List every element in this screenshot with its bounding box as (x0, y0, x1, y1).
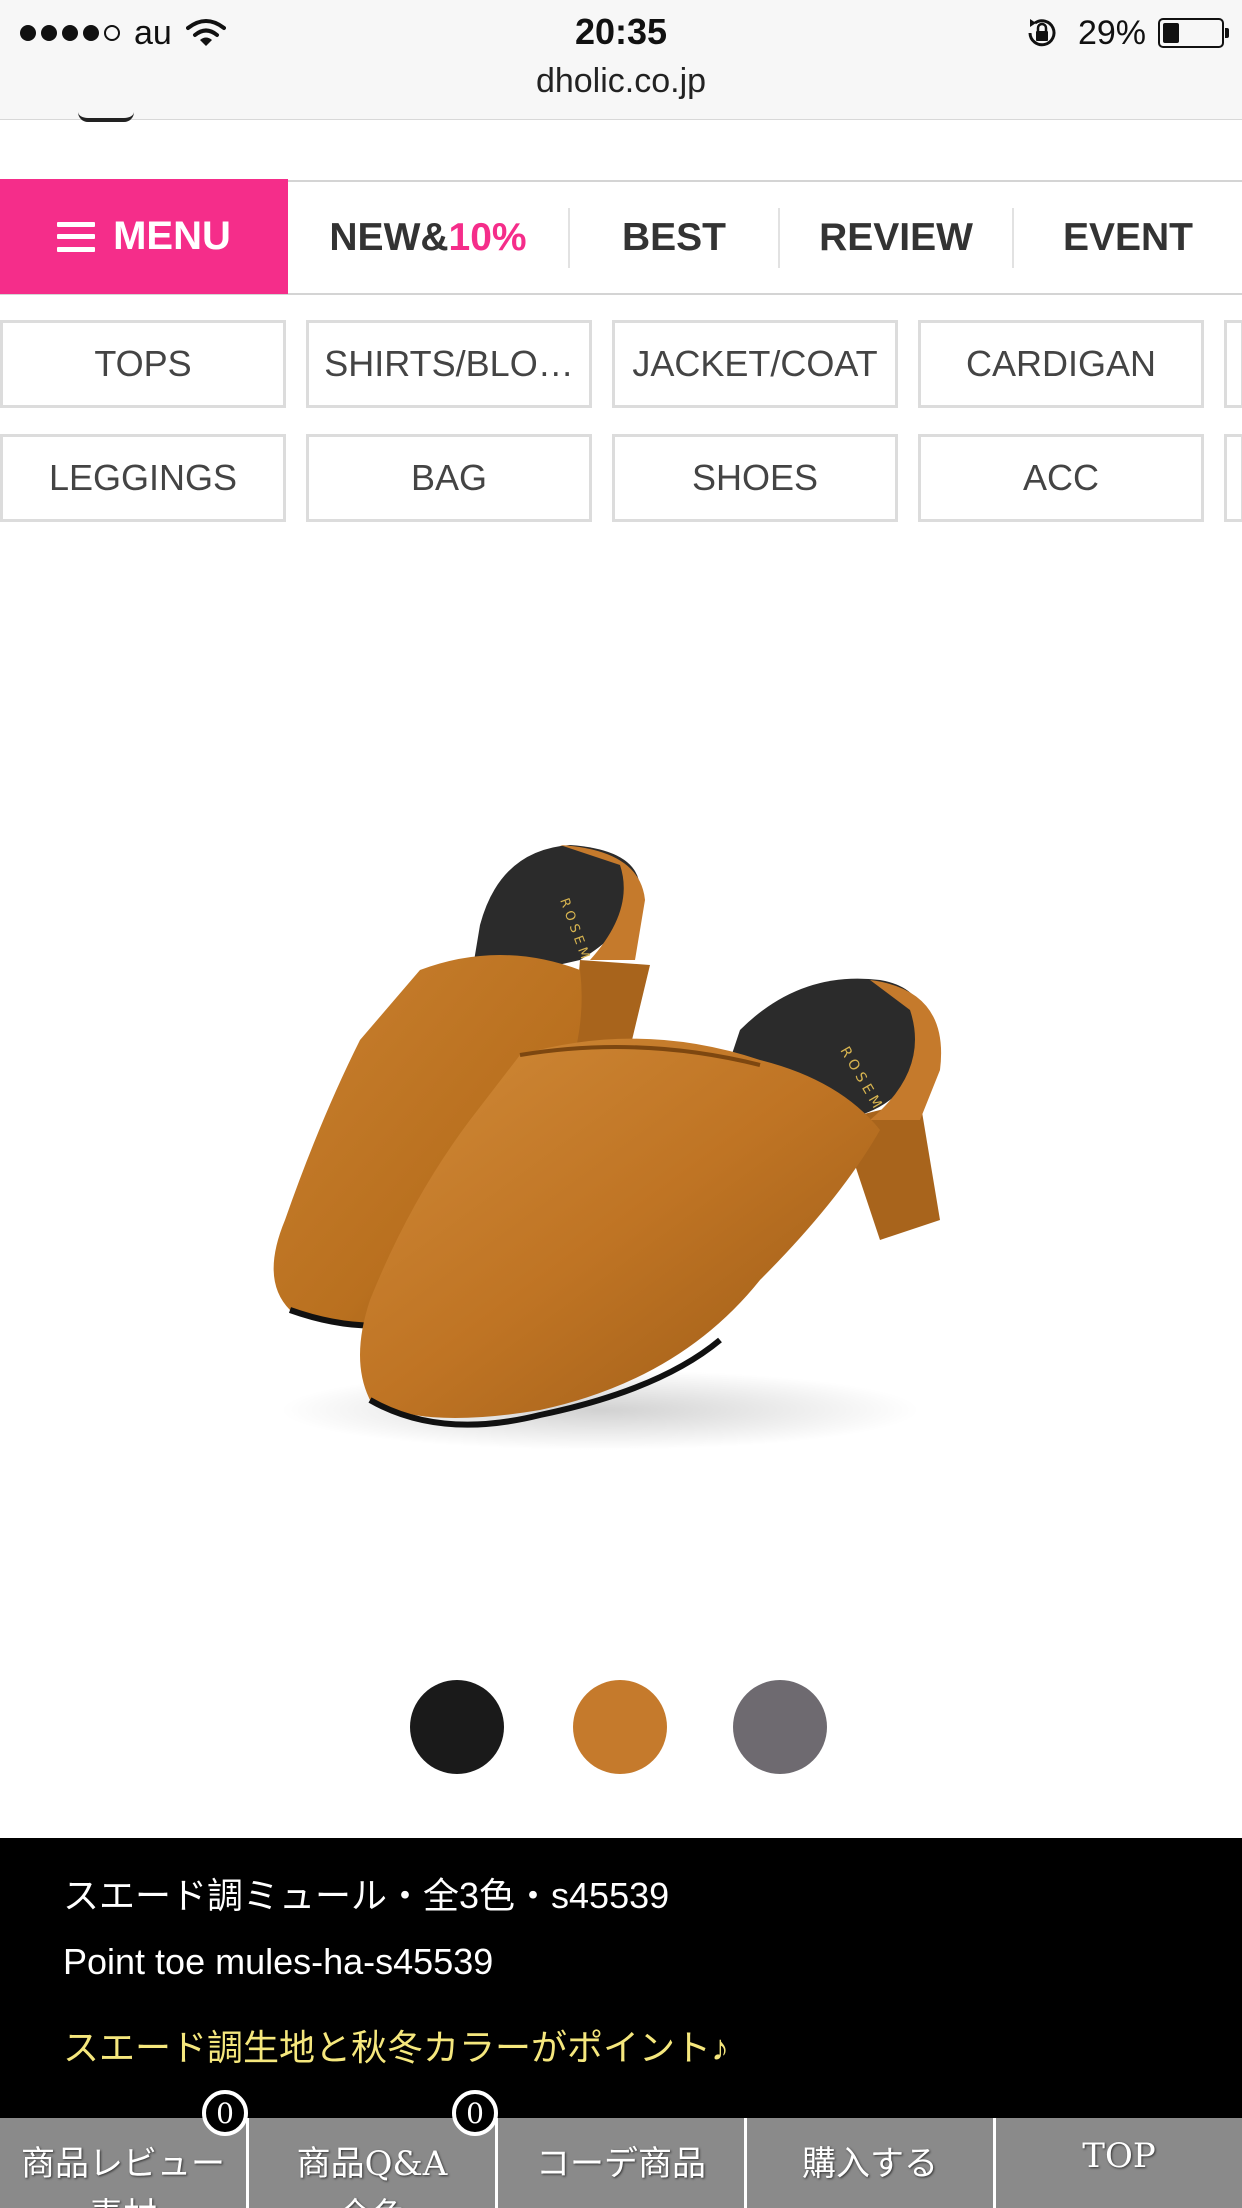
site-logo-partial[interactable] (78, 112, 134, 122)
hamburger-icon (57, 221, 96, 252)
url-bar[interactable]: dholic.co.jp (0, 58, 1242, 104)
swatch-gray[interactable] (733, 1680, 827, 1774)
product-subtitle: Point toe mules-ha-s45539 (63, 1941, 494, 1982)
nav-new-highlight: 10% (448, 215, 527, 259)
swatch-black[interactable] (410, 1680, 504, 1774)
bottom-action-bar: 商品レビュー 素材 商品Q&A 全色 コーデ商品 購入する TOP (0, 2118, 1242, 2208)
buy-button[interactable]: 購入する (747, 2118, 996, 2208)
category-next-partial[interactable] (1224, 320, 1242, 408)
main-nav: MENU NEW& 10% BEST REVIEW EVENT (0, 179, 1242, 295)
product-photo[interactable]: R O S E M R O S E M (240, 820, 1000, 1460)
battery-level (1163, 23, 1179, 43)
nav-review[interactable]: REVIEW (780, 207, 1014, 268)
qa-tab-sub: 全色 (249, 2188, 495, 2208)
category-shirts-blouses[interactable]: SHIRTS/BLO… (306, 320, 592, 408)
category-shoes[interactable]: SHOES (612, 434, 898, 522)
qa-tab-label: 商品Q&A (296, 2144, 448, 2184)
rotation-lock-icon (1028, 19, 1056, 47)
category-bag[interactable]: BAG (306, 434, 592, 522)
menu-button[interactable]: MENU (0, 179, 288, 294)
status-bar-right: 29% (1024, 8, 1229, 58)
coordinate-items-tab[interactable]: コーデ商品 (498, 2118, 747, 2208)
category-tops[interactable]: TOPS (0, 320, 286, 408)
product-title: スエード調ミュール・全3色・s45539 (63, 1875, 670, 1916)
page: au 20:35 29% dholic.co.jp MENU NEW& 10% … (0, 0, 1242, 2208)
top-button[interactable]: TOP (996, 2118, 1242, 2208)
nav-event[interactable]: EVENT (1014, 208, 1242, 268)
review-tab-sub: 素材 (0, 2188, 246, 2208)
menu-label: MENU (113, 214, 231, 258)
category-jacket-coat[interactable]: JACKET/COAT (612, 320, 898, 408)
battery-icon (1158, 18, 1229, 48)
nav-new-10[interactable]: NEW& 10% (288, 207, 570, 268)
review-count-badge: 0 (202, 2090, 248, 2136)
category-next-partial-2[interactable] (1224, 434, 1242, 522)
battery-percent: 29% (1077, 13, 1146, 52)
swatch-camel[interactable] (573, 1680, 667, 1774)
category-acc[interactable]: ACC (918, 434, 1204, 522)
qa-count-badge: 0 (452, 2090, 498, 2136)
nav-best[interactable]: BEST (570, 207, 780, 268)
review-tab-label: 商品レビュー (21, 2144, 225, 2184)
status-bar: au 20:35 29% dholic.co.jp (0, 0, 1242, 120)
product-catchphrase: スエード調生地と秋冬カラーがポイント♪ (63, 2027, 730, 2068)
category-cardigan[interactable]: CARDIGAN (918, 320, 1204, 408)
nav-new-prefix: NEW& (329, 215, 449, 259)
category-leggings[interactable]: LEGGINGS (0, 434, 286, 522)
